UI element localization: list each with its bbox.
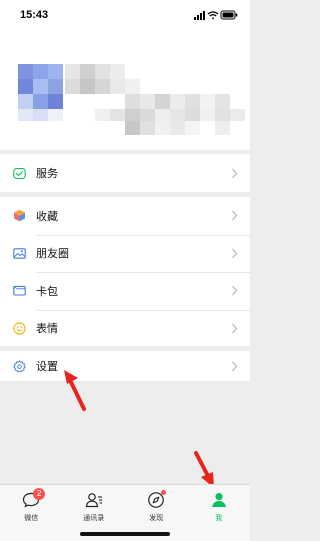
menu-item-moments[interactable]: 朋友圈 <box>0 234 250 273</box>
stickers-icon <box>12 321 26 335</box>
home-indicator <box>80 532 170 536</box>
menu-item-services[interactable]: 服务 <box>0 154 250 192</box>
menu-item-favorites[interactable]: 收藏 <box>0 197 250 235</box>
status-icons <box>194 10 238 20</box>
discover-icon <box>146 490 167 510</box>
chats-icon: 2 <box>21 488 46 510</box>
menu-item-label: 卡包 <box>36 285 58 298</box>
card-wallet-icon <box>12 284 26 298</box>
chevron-right-icon <box>232 210 238 221</box>
unread-badge: 2 <box>33 488 46 500</box>
menu-item-stickers[interactable]: 表情 <box>0 309 250 348</box>
menu-item-label: 收藏 <box>36 210 58 223</box>
me-icon <box>209 490 229 510</box>
main-menu-group: 收藏 朋友圈 卡包 表情 <box>0 197 250 347</box>
chevron-right-icon <box>232 248 238 259</box>
tab-label: 我 <box>215 515 223 522</box>
menu-item-label: 服务 <box>36 168 58 180</box>
contacts-icon <box>84 490 104 510</box>
tab-label: 微信 <box>24 515 39 522</box>
profile-header[interactable] <box>0 30 250 150</box>
menu-item-card-wallet[interactable]: 卡包 <box>0 272 250 310</box>
settings-group: 设置 <box>0 346 250 381</box>
chevron-right-icon <box>232 361 238 371</box>
menu-item-label: 表情 <box>36 323 58 336</box>
menu-item-settings[interactable]: 设置 <box>0 351 250 381</box>
favorites-icon <box>12 209 26 223</box>
tab-chats[interactable]: 2 微信 <box>0 485 63 541</box>
settings-icon <box>12 359 26 373</box>
tab-me[interactable]: 我 <box>188 485 251 541</box>
menu-item-label: 朋友圈 <box>36 248 69 261</box>
chevron-right-icon <box>232 323 238 334</box>
wifi-icon <box>207 11 219 20</box>
annotation-arrow-settings <box>64 370 86 411</box>
services-group: 服务 <box>0 154 250 192</box>
chevron-right-icon <box>232 285 238 296</box>
services-icon <box>12 166 26 180</box>
moments-icon <box>12 246 26 260</box>
battery-icon <box>220 10 238 20</box>
chevron-right-icon <box>232 168 238 178</box>
status-bar: 15:43 <box>0 0 250 30</box>
tab-label: 发现 <box>149 515 164 522</box>
signal-icon <box>194 11 205 20</box>
tab-label: 通讯录 <box>83 515 105 522</box>
status-time: 15:43 <box>20 9 49 21</box>
